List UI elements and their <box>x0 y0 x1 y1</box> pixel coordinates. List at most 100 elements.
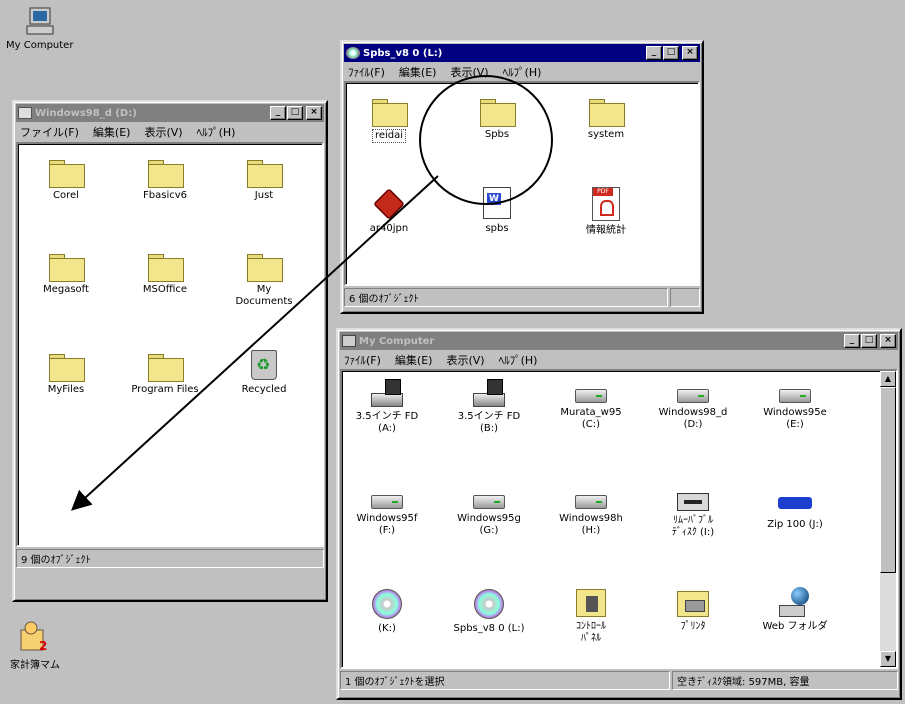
menu-edit[interactable]: 編集(E) <box>399 64 437 80</box>
item-label: Fbasicv6 <box>143 190 187 201</box>
titlebar[interactable]: Spbs_v8 0 (L:) _ □ × <box>344 44 700 62</box>
status-bar: 6 個のｵﾌﾞｼﾞｪｸﾄ <box>344 288 700 307</box>
drive-item[interactable]: Murata_w95 (C:) <box>548 379 634 431</box>
folder-item[interactable]: MSOffice <box>122 254 208 296</box>
file-view[interactable]: reidai Spbs system ar40jpn Wspbs PDF 情報統計 <box>344 81 700 286</box>
file-view[interactable]: Corel Fbasicv6 Just Megasoft MSOffice My… <box>16 142 324 547</box>
item-label: MSOffice <box>142 284 188 295</box>
item-label: ar40jpn <box>369 223 409 234</box>
folder-item[interactable]: Fbasicv6 <box>122 160 208 202</box>
hard-drive-icon <box>677 389 709 403</box>
item-label: Windows95f (F:) <box>356 513 418 536</box>
window-title: My Computer <box>359 335 435 347</box>
word-document-icon: W <box>483 187 511 219</box>
document-item[interactable]: Wspbs <box>454 187 540 235</box>
web-folder-item[interactable]: Web フォルダ <box>752 587 838 633</box>
folder-item[interactable]: Corel <box>23 160 109 202</box>
folder-item[interactable]: system <box>563 99 649 141</box>
minimize-button[interactable]: _ <box>844 334 860 348</box>
kakeibo-app-icon: 2 <box>20 621 47 653</box>
item-label: Megasoft <box>43 284 89 295</box>
file-view[interactable]: 3.5インチ FD (A:) 3.5インチ FD (B:) Murata_w95… <box>340 369 898 669</box>
folder-item[interactable]: reidai <box>346 99 432 143</box>
item-label: Just <box>254 190 274 201</box>
menu-view[interactable]: 表示(V) <box>144 124 182 140</box>
item-label: 情報統計 <box>586 225 626 236</box>
desktop-icon-label: 家計簿マム <box>10 660 60 671</box>
menu-file[interactable]: ファイル(F) <box>20 124 79 140</box>
drive-item[interactable]: Windows95f (F:) <box>344 485 430 537</box>
maximize-button[interactable]: □ <box>861 334 877 348</box>
hard-drive-icon <box>779 389 811 403</box>
desktop-icon-my-computer[interactable]: My Computer <box>6 6 73 51</box>
item-label: spbs <box>485 223 509 234</box>
folder-item[interactable]: MyFiles <box>23 354 109 396</box>
window-spbs[interactable]: Spbs_v8 0 (L:) _ □ × ﾌｧｲﾙ(F) 編集(E) 表示(V)… <box>340 40 704 314</box>
menu-file[interactable]: ﾌｧｲﾙ(F) <box>348 64 385 80</box>
desktop-icon-label: My Computer <box>6 40 74 51</box>
minimize-button[interactable]: _ <box>646 46 662 60</box>
item-label: Web フォルダ <box>762 621 828 632</box>
computer-icon <box>342 335 356 347</box>
installer-item[interactable]: ar40jpn <box>346 188 432 235</box>
recycled-item[interactable]: Recycled <box>221 350 307 396</box>
folder-item[interactable]: Spbs <box>454 99 540 141</box>
titlebar[interactable]: My Computer _ □ × <box>340 332 898 350</box>
window-windows98-d[interactable]: Windows98_d (D:) _ □ × ファイル(F) 編集(E) 表示(… <box>12 100 328 602</box>
drive-item[interactable]: 3.5インチ FD (A:) <box>344 379 430 435</box>
pdf-item[interactable]: PDF 情報統計 <box>563 187 649 237</box>
minimize-button[interactable]: _ <box>270 106 286 120</box>
item-label: 3.5インチ FD (B:) <box>457 411 521 434</box>
scroll-thumb[interactable] <box>880 387 896 573</box>
folder-item[interactable]: My Documents <box>221 254 307 308</box>
menu-help[interactable]: ﾍﾙﾌﾟ(H) <box>503 64 542 80</box>
folder-item[interactable]: Megasoft <box>23 254 109 296</box>
folder-item[interactable]: Program Files <box>122 354 208 396</box>
maximize-button[interactable]: □ <box>663 46 679 60</box>
titlebar[interactable]: Windows98_d (D:) _ □ × <box>16 104 324 122</box>
folder-item[interactable]: Just <box>221 160 307 202</box>
window-title: Spbs_v8 0 (L:) <box>363 47 443 59</box>
window-my-computer[interactable]: My Computer _ □ × ﾌｧｲﾙ(F) 編集(E) 表示(V) ﾍﾙ… <box>336 328 902 700</box>
recycle-bin-icon <box>251 350 277 380</box>
drive-item[interactable]: 3.5インチ FD (B:) <box>446 379 532 435</box>
drive-item[interactable]: Windows95g (G:) <box>446 485 532 537</box>
folder-icon <box>589 99 625 127</box>
cd-drive-icon <box>474 589 504 619</box>
menu-edit[interactable]: 編集(E) <box>395 352 433 368</box>
item-label: 3.5インチ FD (A:) <box>355 411 419 434</box>
status-text: 6 個のｵﾌﾞｼﾞｪｸﾄ <box>344 288 668 307</box>
drive-item[interactable]: Windows98h (H:) <box>548 485 634 537</box>
close-button[interactable]: × <box>306 106 322 120</box>
drive-item[interactable]: (K:) <box>344 589 430 635</box>
menu-help[interactable]: ﾍﾙﾌﾟ(H) <box>197 124 236 140</box>
item-label: My Documents <box>235 284 293 307</box>
close-button[interactable]: × <box>880 334 896 348</box>
close-button[interactable]: × <box>682 46 698 60</box>
menu-file[interactable]: ﾌｧｲﾙ(F) <box>344 352 381 368</box>
item-label: Spbs_v8 0 (L:) <box>453 623 525 634</box>
maximize-button[interactable]: □ <box>287 106 303 120</box>
drive-item[interactable]: Zip 100 (J:) <box>752 485 838 531</box>
drive-item[interactable]: Spbs_v8 0 (L:) <box>446 589 532 635</box>
menu-view[interactable]: 表示(V) <box>450 64 488 80</box>
control-panel-item[interactable]: ｺﾝﾄﾛｰﾙ ﾊﾟﾈﾙ <box>548 589 634 645</box>
drive-item[interactable]: ﾘﾑｰﾊﾞﾌﾞﾙ ﾃﾞｨｽｸ (I:) <box>650 485 736 539</box>
desktop-icon-kakeibo[interactable]: 2 家計簿マム <box>10 620 60 671</box>
scroll-up-button[interactable]: ▲ <box>880 371 896 387</box>
folder-icon <box>49 160 85 188</box>
folder-icon <box>148 160 184 188</box>
vertical-scrollbar[interactable]: ▲ ▼ <box>880 371 896 667</box>
scroll-down-button[interactable]: ▼ <box>880 651 896 667</box>
printers-icon <box>677 591 709 617</box>
drive-item[interactable]: Windows95e (E:) <box>752 379 838 431</box>
drive-item[interactable]: Windows98_d (D:) <box>650 379 736 431</box>
item-label: Spbs <box>484 129 510 140</box>
menu-edit[interactable]: 編集(E) <box>93 124 131 140</box>
menu-help[interactable]: ﾍﾙﾌﾟ(H) <box>499 352 538 368</box>
menu-view[interactable]: 表示(V) <box>446 352 484 368</box>
item-label: Murata_w95 (C:) <box>560 407 622 430</box>
status-text: 1 個のｵﾌﾞｼﾞｪｸﾄを選択 <box>340 671 670 690</box>
folder-icon <box>148 254 184 282</box>
printers-item[interactable]: ﾌﾟﾘﾝﾀ <box>650 591 736 633</box>
